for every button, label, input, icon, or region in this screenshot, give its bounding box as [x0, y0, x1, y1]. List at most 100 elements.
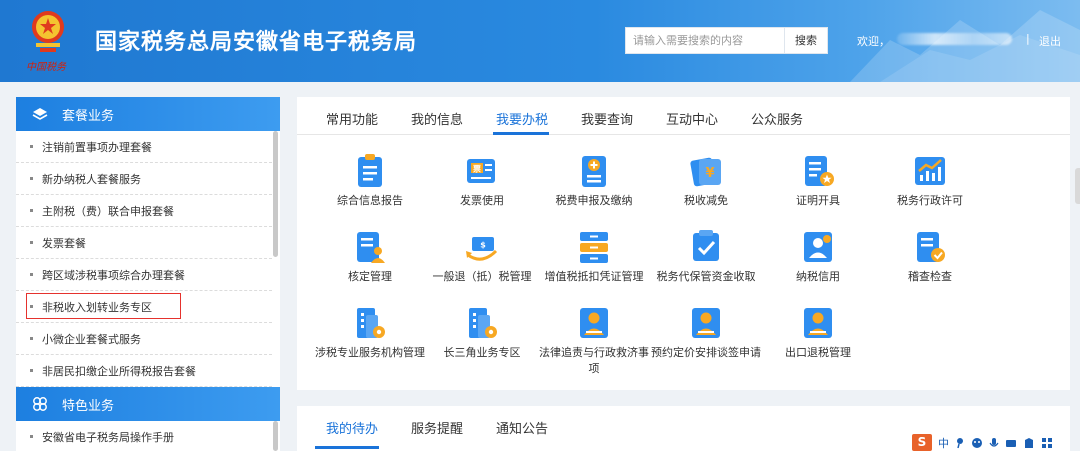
bullet-icon	[30, 209, 33, 212]
grid-item-label: 出口退税管理	[785, 346, 851, 359]
tab-notice[interactable]: 通知公告	[496, 418, 548, 437]
sidebar-section-title: 特色业务	[62, 398, 115, 414]
tab-public-service[interactable]: 公众服务	[751, 109, 803, 128]
emblem-text: 中国税务	[26, 62, 66, 73]
microphone-icon[interactable]	[989, 437, 999, 449]
bullet-icon	[30, 145, 33, 148]
grid-item-admin-license[interactable]: 税务行政许可	[870, 153, 990, 209]
grid-item-tax-agency[interactable]: 涉税专业服务机构管理	[310, 305, 430, 361]
grid-item-declare-pay[interactable]: 税费申报及缴纳	[534, 153, 654, 209]
ime-logo-icon[interactable]: S	[912, 434, 932, 451]
bullet-icon	[30, 337, 33, 340]
document-user-icon	[357, 232, 385, 263]
sidebar-item[interactable]: 安徽省电子税务局操作手册	[16, 421, 272, 451]
shield-check-icon	[693, 230, 719, 261]
sidebar-item[interactable]: 主附税（费）联合申报套餐	[16, 195, 272, 227]
bullet-icon	[30, 273, 33, 276]
sidebar-item[interactable]: 发票套餐	[16, 227, 272, 259]
grid-item-comprehensive-report[interactable]: 综合信息报告	[310, 153, 430, 209]
grid-item-tax-relief[interactable]: ¥ 税收减免	[646, 153, 766, 209]
grid-item-certificate[interactable]: 证明开具	[758, 153, 878, 209]
bullet-icon	[30, 369, 33, 372]
tab-my-todo[interactable]: 我的待办	[326, 418, 378, 437]
sidebar-item-label: 非居民扣缴企业所得税报告套餐	[42, 364, 196, 378]
sidebar-item-highlighted[interactable]: 非税收入划转业务专区	[16, 291, 272, 323]
invoice-icon: 票	[467, 159, 495, 183]
grid-item-refund[interactable]: $ 一般退（抵）税管理	[422, 229, 542, 285]
active-tab-indicator	[493, 132, 549, 135]
bullet-icon	[30, 241, 33, 244]
sidebar-item[interactable]: 注销前置事项办理套餐	[16, 131, 272, 163]
building-gear-icon	[469, 308, 497, 338]
grid-item-custody-funds[interactable]: 税务代保管资金收取	[646, 229, 766, 285]
sidebar-scrollbar[interactable]	[273, 131, 278, 257]
sidebar-item-label: 主附税（费）联合申报套餐	[42, 204, 174, 218]
header-divider: |	[1026, 32, 1030, 45]
toolbox-icon[interactable]	[1041, 437, 1053, 449]
certificate-icon	[805, 156, 834, 186]
building-gear-icon	[357, 308, 385, 338]
emoji-icon[interactable]	[971, 437, 983, 449]
username-redacted	[897, 33, 1012, 45]
punctuation-icon[interactable]	[955, 437, 965, 449]
grid-item-label: 税务代保管资金收取	[656, 270, 756, 283]
grid-item-legal-remedy[interactable]: 法律追责与行政救济事项	[534, 305, 654, 377]
person-card-icon	[580, 308, 608, 338]
search-button[interactable]: 搜索	[785, 27, 828, 54]
tab-my-info[interactable]: 我的信息	[411, 109, 463, 128]
skin-icon[interactable]	[1023, 437, 1035, 449]
grid-item-label: 一般退（抵）税管理	[432, 270, 532, 283]
sidebar-item[interactable]: 新办纳税人套餐服务	[16, 163, 272, 195]
sidebar-item-label: 小微企业套餐式服务	[42, 332, 141, 346]
svg-text:¥: ¥	[705, 166, 714, 181]
grid-item-label: 发票使用	[460, 194, 504, 207]
logout-link[interactable]: 退出	[1039, 33, 1061, 49]
grid-item-export-refund[interactable]: 出口退税管理	[758, 305, 878, 361]
sidebar-item[interactable]: 非居民扣缴企业所得税报告套餐	[16, 355, 272, 387]
refund-icon: $	[466, 237, 498, 261]
grid-item-inspection[interactable]: 稽查检查	[870, 229, 990, 285]
sidebar: 套餐业务 注销前置事项办理套餐 新办纳税人套餐服务 主附税（费）联合申报套餐 发…	[16, 97, 280, 451]
sidebar-scrollbar-2[interactable]	[273, 421, 278, 451]
grid-item-apa-application[interactable]: 预约定价安排谈签申请	[646, 305, 766, 361]
cabinet-icon	[580, 232, 608, 263]
sidebar-item-label: 发票套餐	[42, 236, 86, 250]
tab-interaction[interactable]: 互动中心	[666, 109, 718, 128]
clipboard-icon	[358, 154, 382, 187]
grid-item-label: 增值税抵扣凭证管理	[544, 270, 644, 283]
sidebar-section-packages[interactable]: 套餐业务	[16, 97, 280, 131]
sidebar-item[interactable]: 小微企业套餐式服务	[16, 323, 272, 355]
grid-item-label: 涉税专业服务机构管理	[315, 346, 425, 359]
page-scroll-handle[interactable]	[1075, 168, 1080, 204]
tab-service-reminder[interactable]: 服务提醒	[411, 418, 463, 437]
grid-item-vat-voucher[interactable]: 增值税抵扣凭证管理	[534, 229, 654, 285]
tab-handle-tax[interactable]: 我要办税	[496, 109, 548, 128]
sidebar-item[interactable]: 跨区域涉税事项综合办理套餐	[16, 259, 272, 291]
grid-item-label: 税费申报及缴纳	[555, 194, 633, 207]
person-card-icon	[692, 308, 720, 338]
grid-item-label: 税收减免	[684, 194, 728, 207]
grid-item-invoice-use[interactable]: 票 发票使用	[422, 153, 542, 209]
sidebar-section-features[interactable]: 特色业务	[16, 387, 280, 421]
tab-query[interactable]: 我要查询	[581, 109, 633, 128]
user-star-icon	[804, 232, 832, 262]
grid-item-yangtze-delta[interactable]: 长三角业务专区	[422, 305, 542, 361]
national-emblem-icon	[32, 11, 64, 52]
active-bottom-tab-indicator	[315, 446, 379, 449]
svg-text:票: 票	[472, 164, 481, 174]
tab-common[interactable]: 常用功能	[326, 109, 378, 128]
search-input[interactable]	[625, 27, 785, 54]
layers-icon	[32, 106, 48, 122]
grid-item-label: 证明开具	[796, 194, 840, 207]
ime-toolbar[interactable]: S 中	[912, 434, 1080, 451]
ime-mode[interactable]: 中	[938, 435, 949, 451]
sidebar-section-title: 套餐业务	[62, 108, 115, 124]
sidebar-item-label: 跨区域涉税事项综合办理套餐	[42, 268, 185, 282]
bullet-icon	[30, 177, 33, 180]
grid-item-assessment[interactable]: 核定管理	[310, 229, 430, 285]
document-plus-icon	[582, 156, 606, 187]
grid-item-tax-credit[interactable]: 纳税信用	[758, 229, 878, 285]
keyboard-icon[interactable]	[1005, 437, 1017, 449]
svg-text:$: $	[480, 241, 486, 250]
site-title: 国家税务总局安徽省电子税务局	[95, 30, 418, 55]
